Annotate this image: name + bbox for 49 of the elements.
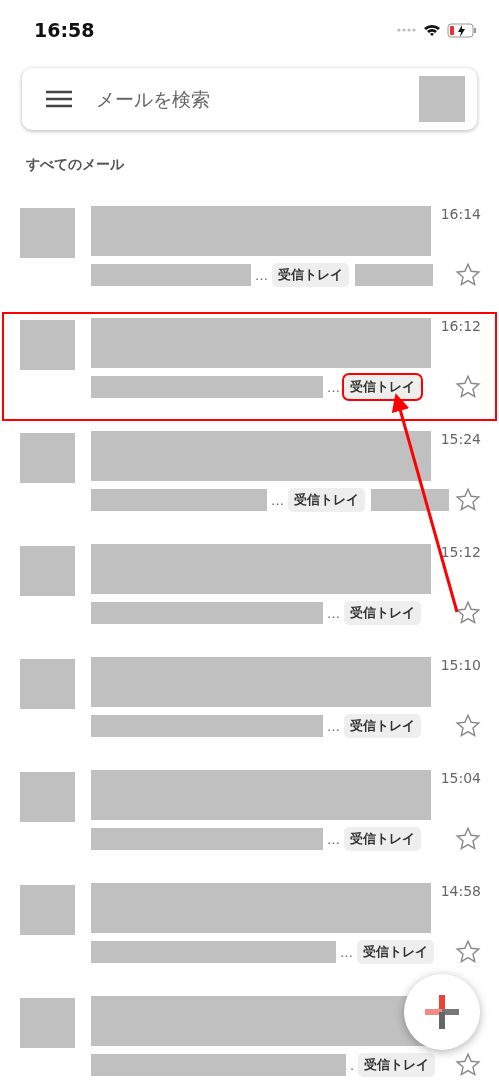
redaction-block (20, 998, 75, 1048)
star-icon[interactable] (455, 374, 481, 400)
ellipsis-text: … (340, 944, 353, 960)
ellipsis-text: … (255, 267, 268, 283)
inbox-tag: 受信トレイ (357, 940, 434, 964)
redaction-block (20, 885, 75, 935)
time-label: 15:12 (439, 544, 481, 560)
star-icon[interactable] (455, 262, 481, 288)
wifi-icon (423, 23, 441, 37)
ellipsis-text: … (327, 605, 340, 621)
star-icon[interactable] (455, 939, 481, 965)
time-label: 16:12 (439, 318, 481, 334)
inbox-tag: 受信トレイ (272, 263, 349, 287)
ellipsis-text: … (327, 718, 340, 734)
redaction-block (20, 546, 75, 596)
ellipsis-text: … (327, 379, 340, 395)
ellipsis-text: . (350, 1057, 355, 1073)
time-label: 16:14 (439, 206, 481, 222)
time-label: 15:04 (439, 770, 481, 786)
inbox-tag: 受信トレイ (358, 1053, 436, 1077)
inbox-tag: 受信トレイ (288, 488, 365, 512)
menu-icon[interactable] (46, 90, 72, 108)
inbox-tag: 受信トレイ (344, 714, 421, 738)
inbox-tag: 受信トレイ (344, 375, 421, 399)
star-icon[interactable] (455, 1052, 481, 1078)
plus-icon (425, 995, 459, 1029)
redaction-block (20, 208, 75, 258)
search-field[interactable]: メールを検索 (94, 87, 397, 111)
star-icon[interactable] (455, 600, 481, 626)
inbox-tag: 受信トレイ (344, 601, 421, 625)
time-label: 14:58 (439, 883, 481, 899)
redaction-block (20, 659, 75, 709)
star-icon[interactable] (455, 826, 481, 852)
status-time: 16:58 (34, 19, 95, 41)
star-icon[interactable] (455, 713, 481, 739)
redaction-block (20, 433, 75, 483)
time-label: 15:10 (439, 657, 481, 673)
star-icon[interactable] (455, 487, 481, 513)
ellipsis-text: … (271, 492, 284, 508)
compose-button[interactable] (404, 974, 480, 1050)
redaction-block (20, 772, 75, 822)
ellipsis-text: … (327, 831, 340, 847)
redaction-block (20, 320, 75, 370)
battery-icon (447, 22, 477, 38)
section-label: すべてのメール (25, 155, 125, 174)
signal-icon (397, 28, 417, 32)
time-label: 15:24 (439, 431, 481, 447)
inbox-tag: 受信トレイ (344, 827, 421, 851)
redaction-block (419, 76, 465, 122)
